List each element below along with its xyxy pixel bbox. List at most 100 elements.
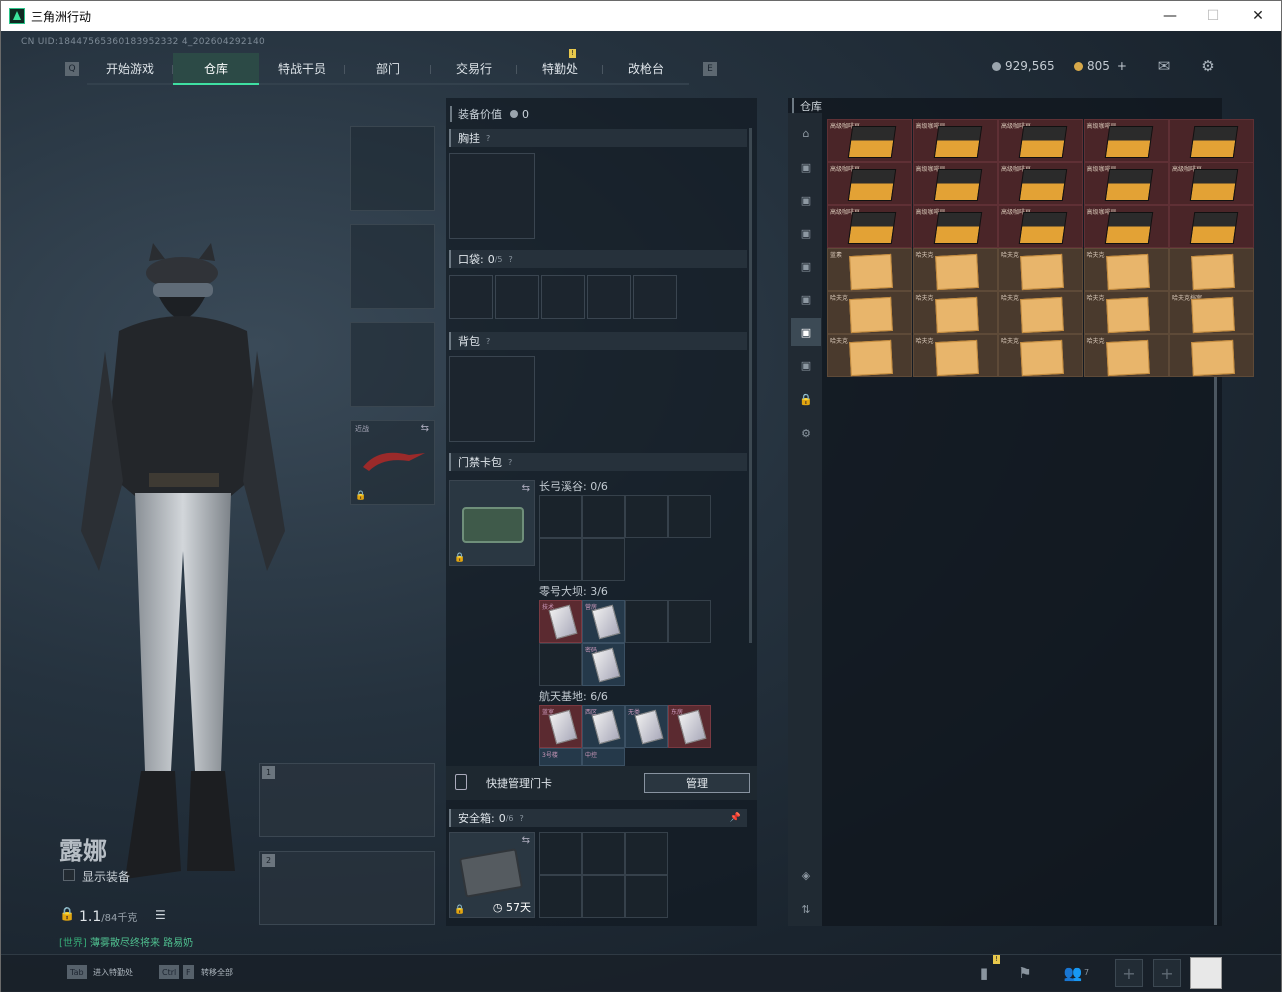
gear-icon[interactable]: ⚙	[1198, 57, 1218, 75]
helmet-slot[interactable]	[350, 126, 435, 211]
ctrl-f-desc[interactable]: 转移全部	[201, 967, 233, 978]
pistol-slot[interactable]	[350, 322, 435, 407]
flag-icon[interactable]: ⚑	[1013, 961, 1037, 985]
chat-line[interactable]: [世界] 薄雾散尽终将来 路易奶	[59, 934, 193, 949]
all-items-icon[interactable]: ⌂	[798, 125, 814, 141]
pocket-slot[interactable]	[541, 275, 585, 319]
keycard-slot[interactable]	[539, 495, 582, 538]
pocket-slot[interactable]	[449, 275, 493, 319]
melee-slot[interactable]: 近战 ⇆ 🔒	[350, 420, 435, 505]
warehouse-item[interactable]: 哈夫克	[912, 334, 998, 377]
keycard-slot[interactable]	[668, 600, 711, 643]
storage-tab-icon[interactable]: ▣	[798, 291, 814, 307]
keycard-item[interactable]: 技术	[539, 600, 582, 643]
warehouse-item[interactable]: 哈夫克	[912, 291, 998, 334]
swap-icon[interactable]: ⇆	[522, 483, 530, 494]
keycard-item[interactable]: 东房	[668, 705, 711, 748]
help-icon[interactable]: ?	[508, 458, 512, 467]
loadout-scrollbar[interactable]	[749, 128, 752, 643]
warehouse-item[interactable]: 高级咖啡豆	[1169, 162, 1254, 205]
warehouse-item[interactable]: 哈夫克	[1083, 248, 1169, 291]
settings-icon[interactable]: ⚙	[798, 425, 814, 441]
help-icon[interactable]: ?	[486, 337, 490, 346]
storage-tab-icon[interactable]: ▣	[798, 192, 814, 208]
tab-operators[interactable]: 特战干员	[259, 53, 345, 85]
pocket-slot[interactable]	[495, 275, 539, 319]
backpack-slot[interactable]	[449, 356, 535, 442]
storage-tab-icon[interactable]: ▣	[798, 225, 814, 241]
help-icon[interactable]: ?	[520, 814, 524, 823]
safebox-cell[interactable]	[539, 875, 582, 918]
tab-start-game[interactable]: 开始游戏	[87, 53, 173, 85]
nav-prev-key[interactable]: Q	[65, 62, 79, 76]
keycard-item[interactable]: 中控	[582, 748, 625, 766]
safebox-cell[interactable]	[582, 832, 625, 875]
maximize-button[interactable]: ☐	[1190, 1, 1236, 31]
keycard-slot[interactable]	[582, 495, 625, 538]
lock-icon[interactable]: 🔒	[798, 391, 814, 407]
nav-next-key[interactable]: E	[703, 62, 717, 76]
warehouse-item[interactable]: 哈夫克	[998, 291, 1083, 334]
list-icon[interactable]: ☰	[155, 908, 166, 922]
keycard-item[interactable]: 无类	[625, 705, 668, 748]
tab-warehouse[interactable]: 仓库	[173, 53, 259, 85]
keycard-item[interactable]: 营房	[582, 600, 625, 643]
minimize-button[interactable]: —	[1147, 1, 1193, 31]
secondary-weapon-slot[interactable]: 2	[259, 851, 435, 925]
warehouse-item[interactable]	[1169, 248, 1254, 291]
show-gear-checkbox[interactable]	[63, 869, 75, 881]
tab-special-ops[interactable]: ! 特勤处	[517, 49, 603, 85]
tab-gunsmith[interactable]: 改枪台	[603, 53, 689, 85]
warehouse-item[interactable]: 哈夫克	[827, 334, 912, 377]
primary-weapon-slot[interactable]: 1	[259, 763, 435, 837]
storage-tab-icon[interactable]: ▣	[798, 159, 814, 175]
warehouse-item[interactable]: 哈夫克	[998, 334, 1083, 377]
tab-department[interactable]: 部门	[345, 53, 431, 85]
close-button[interactable]: ✕	[1235, 1, 1281, 31]
keycard-slot[interactable]	[539, 538, 582, 581]
warehouse-item[interactable]	[1169, 205, 1254, 248]
warehouse-item[interactable]: 高级咖啡豆	[998, 162, 1083, 205]
tab-trading[interactable]: 交易行	[431, 53, 517, 85]
help-icon[interactable]: ?	[509, 255, 513, 264]
help-icon[interactable]: ?	[486, 134, 490, 143]
safebox-cell[interactable]	[582, 875, 625, 918]
warehouse-item[interactable]: 高级咖啡豆	[998, 119, 1083, 162]
swap-icon[interactable]: ⇆	[421, 423, 429, 434]
warehouse-item[interactable]: 哈夫克	[827, 291, 912, 334]
warehouse-item[interactable]: 高级咖啡豆	[912, 162, 998, 205]
storage-tab-icon[interactable]: ▣	[798, 258, 814, 274]
keycard-slot[interactable]	[625, 600, 668, 643]
warehouse-item[interactable]: 高级咖啡豆	[912, 205, 998, 248]
keycard-item[interactable]: 密码	[582, 643, 625, 686]
add-teammate-button[interactable]: +	[1115, 959, 1143, 987]
warehouse-item[interactable]: 高级咖啡豆	[998, 205, 1083, 248]
storage-tab-active-icon[interactable]: ▣	[791, 318, 821, 346]
warehouse-item[interactable]: 蓝素	[827, 248, 912, 291]
add-tickets-button[interactable]: +	[1117, 59, 1127, 73]
keycard-case-slot[interactable]: ⇆ 🔒	[449, 480, 535, 566]
keycard-item[interactable]: 3号楼	[539, 748, 582, 766]
warehouse-item[interactable]: 哈夫克	[1083, 334, 1169, 377]
player-avatar[interactable]	[1190, 957, 1222, 989]
safebox-slot[interactable]: ⇆ 🔒 ◷ 57天	[449, 832, 535, 918]
mail-icon[interactable]: ✉	[1154, 57, 1174, 75]
stats-icon[interactable]: ▮	[972, 961, 996, 985]
tab-key-desc[interactable]: 进入特勤处	[93, 967, 133, 978]
chest-rig-slot[interactable]	[449, 153, 535, 239]
warehouse-item[interactable]: 高级咖啡豆	[912, 119, 998, 162]
keycard-slot[interactable]	[539, 643, 582, 686]
pocket-slot[interactable]	[633, 275, 677, 319]
add-teammate-button[interactable]: +	[1153, 959, 1181, 987]
safebox-cell[interactable]	[625, 875, 668, 918]
warehouse-item[interactable]: 高级咖啡豆	[827, 119, 912, 162]
safebox-cell[interactable]	[625, 832, 668, 875]
pin-icon[interactable]: 📌	[730, 813, 741, 823]
warehouse-item[interactable]: 哈夫克	[912, 248, 998, 291]
keycard-slot[interactable]	[582, 538, 625, 581]
warehouse-item[interactable]: 哈夫克	[998, 248, 1083, 291]
keycard-item[interactable]: 蓝室	[539, 705, 582, 748]
warehouse-item[interactable]: 哈夫克档案	[1169, 291, 1254, 334]
warehouse-item[interactable]: 哈夫克	[1083, 291, 1169, 334]
swap-icon[interactable]: ⇆	[522, 835, 530, 846]
